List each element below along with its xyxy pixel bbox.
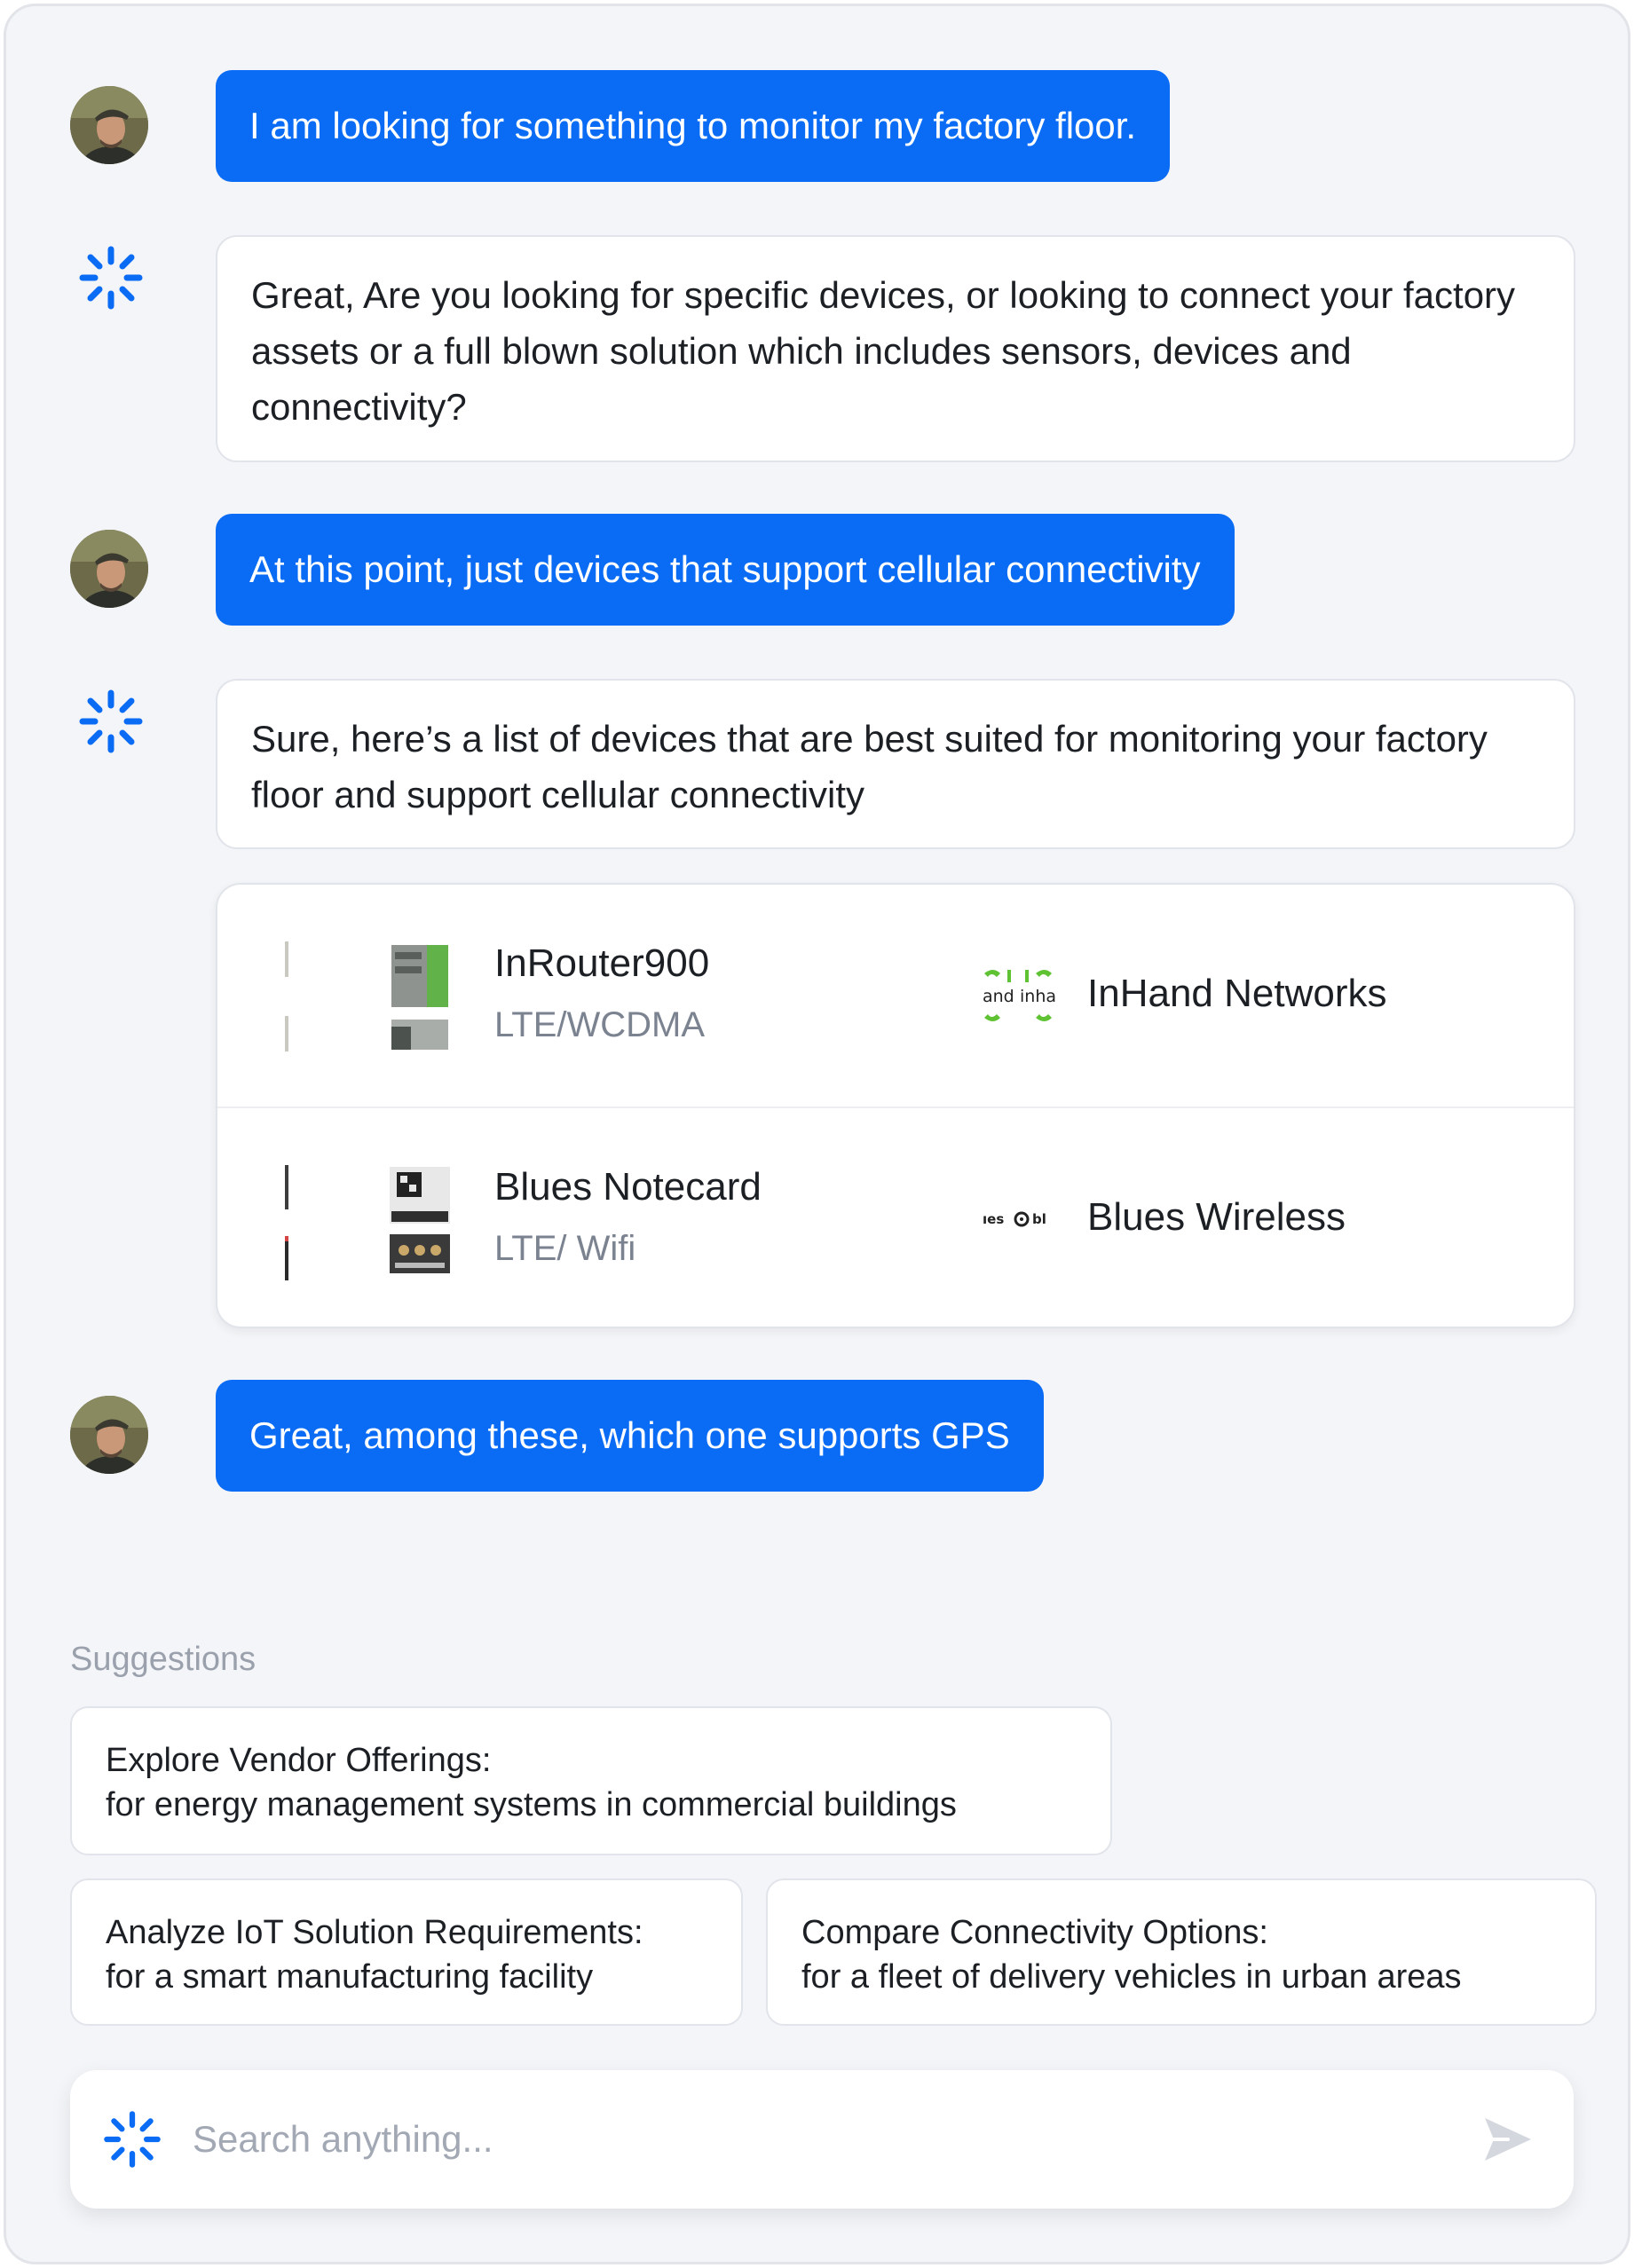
device-connectivity: LTE/ Wifi (494, 1229, 636, 1268)
device-name[interactable]: Blues Notecard (494, 1165, 762, 1209)
spark-icon (102, 2109, 162, 2170)
spark-icon (77, 688, 145, 755)
user-message: At this point, just devices that support… (216, 514, 1235, 626)
user-message: Great, among these, which one supports G… (216, 1380, 1044, 1492)
suggestion-detail: for a fleet of delivery vehicles in urba… (801, 1958, 1462, 1996)
send-icon[interactable] (1481, 2114, 1535, 2164)
user-avatar (70, 530, 148, 608)
svg-text:and: and (983, 987, 1014, 1006)
device-row[interactable]: InRouter900 LTE/WCDMA and inha InHand Ne… (217, 885, 1574, 1106)
suggestions-label: Suggestions (70, 1641, 257, 1678)
device-thumbnail (388, 941, 452, 1051)
inhand-logo: and inha (981, 966, 1055, 1025)
device-name[interactable]: InRouter900 (494, 941, 709, 986)
suggestion-detail: for a smart manufacturing facility (106, 1958, 594, 1996)
svg-text:ıes: ıes (983, 1211, 1004, 1227)
user-avatar (70, 1396, 148, 1474)
user-avatar (70, 86, 148, 164)
svg-text:bl: bl (1032, 1211, 1046, 1227)
blues-logo: ıes bl (981, 1190, 1055, 1248)
suggestion-chip[interactable]: Analyze IoT Solution Requirements: for a… (70, 1878, 743, 2026)
svg-text:inha: inha (1020, 987, 1055, 1006)
image-strip (285, 1165, 292, 1280)
assistant-message: Sure, here’s a list of devices that are … (216, 679, 1575, 849)
suggestion-title: Compare Connectivity Options: (801, 1914, 1268, 1951)
spark-icon (77, 244, 145, 311)
search-input[interactable] (193, 2106, 1435, 2173)
search-bar (70, 2070, 1574, 2209)
suggestion-detail: for energy management systems in commerc… (106, 1786, 957, 1823)
device-row[interactable]: Blues Notecard LTE/ Wifi ıes bl Blues Wi… (217, 1106, 1574, 1328)
user-message: I am looking for something to monitor my… (216, 70, 1171, 182)
suggestion-title: Explore Vendor Offerings: (106, 1742, 492, 1779)
device-thumbnail (388, 1165, 452, 1275)
suggestion-chip[interactable]: Compare Connectivity Options: for a flee… (766, 1878, 1597, 2026)
device-connectivity: LTE/WCDMA (494, 1005, 706, 1044)
vendor-name: InHand Networks (1087, 972, 1387, 1015)
assistant-message: Great, Are you looking for specific devi… (216, 235, 1575, 462)
suggestion-chip[interactable]: Explore Vendor Offerings: for energy man… (70, 1706, 1112, 1855)
image-strip (285, 941, 292, 1051)
vendor-name: Blues Wireless (1087, 1195, 1346, 1239)
suggestion-title: Analyze IoT Solution Requirements: (106, 1914, 643, 1951)
device-list: InRouter900 LTE/WCDMA and inha InHand Ne… (216, 883, 1575, 1328)
chat-window: I am looking for something to monitor my… (4, 4, 1630, 2264)
